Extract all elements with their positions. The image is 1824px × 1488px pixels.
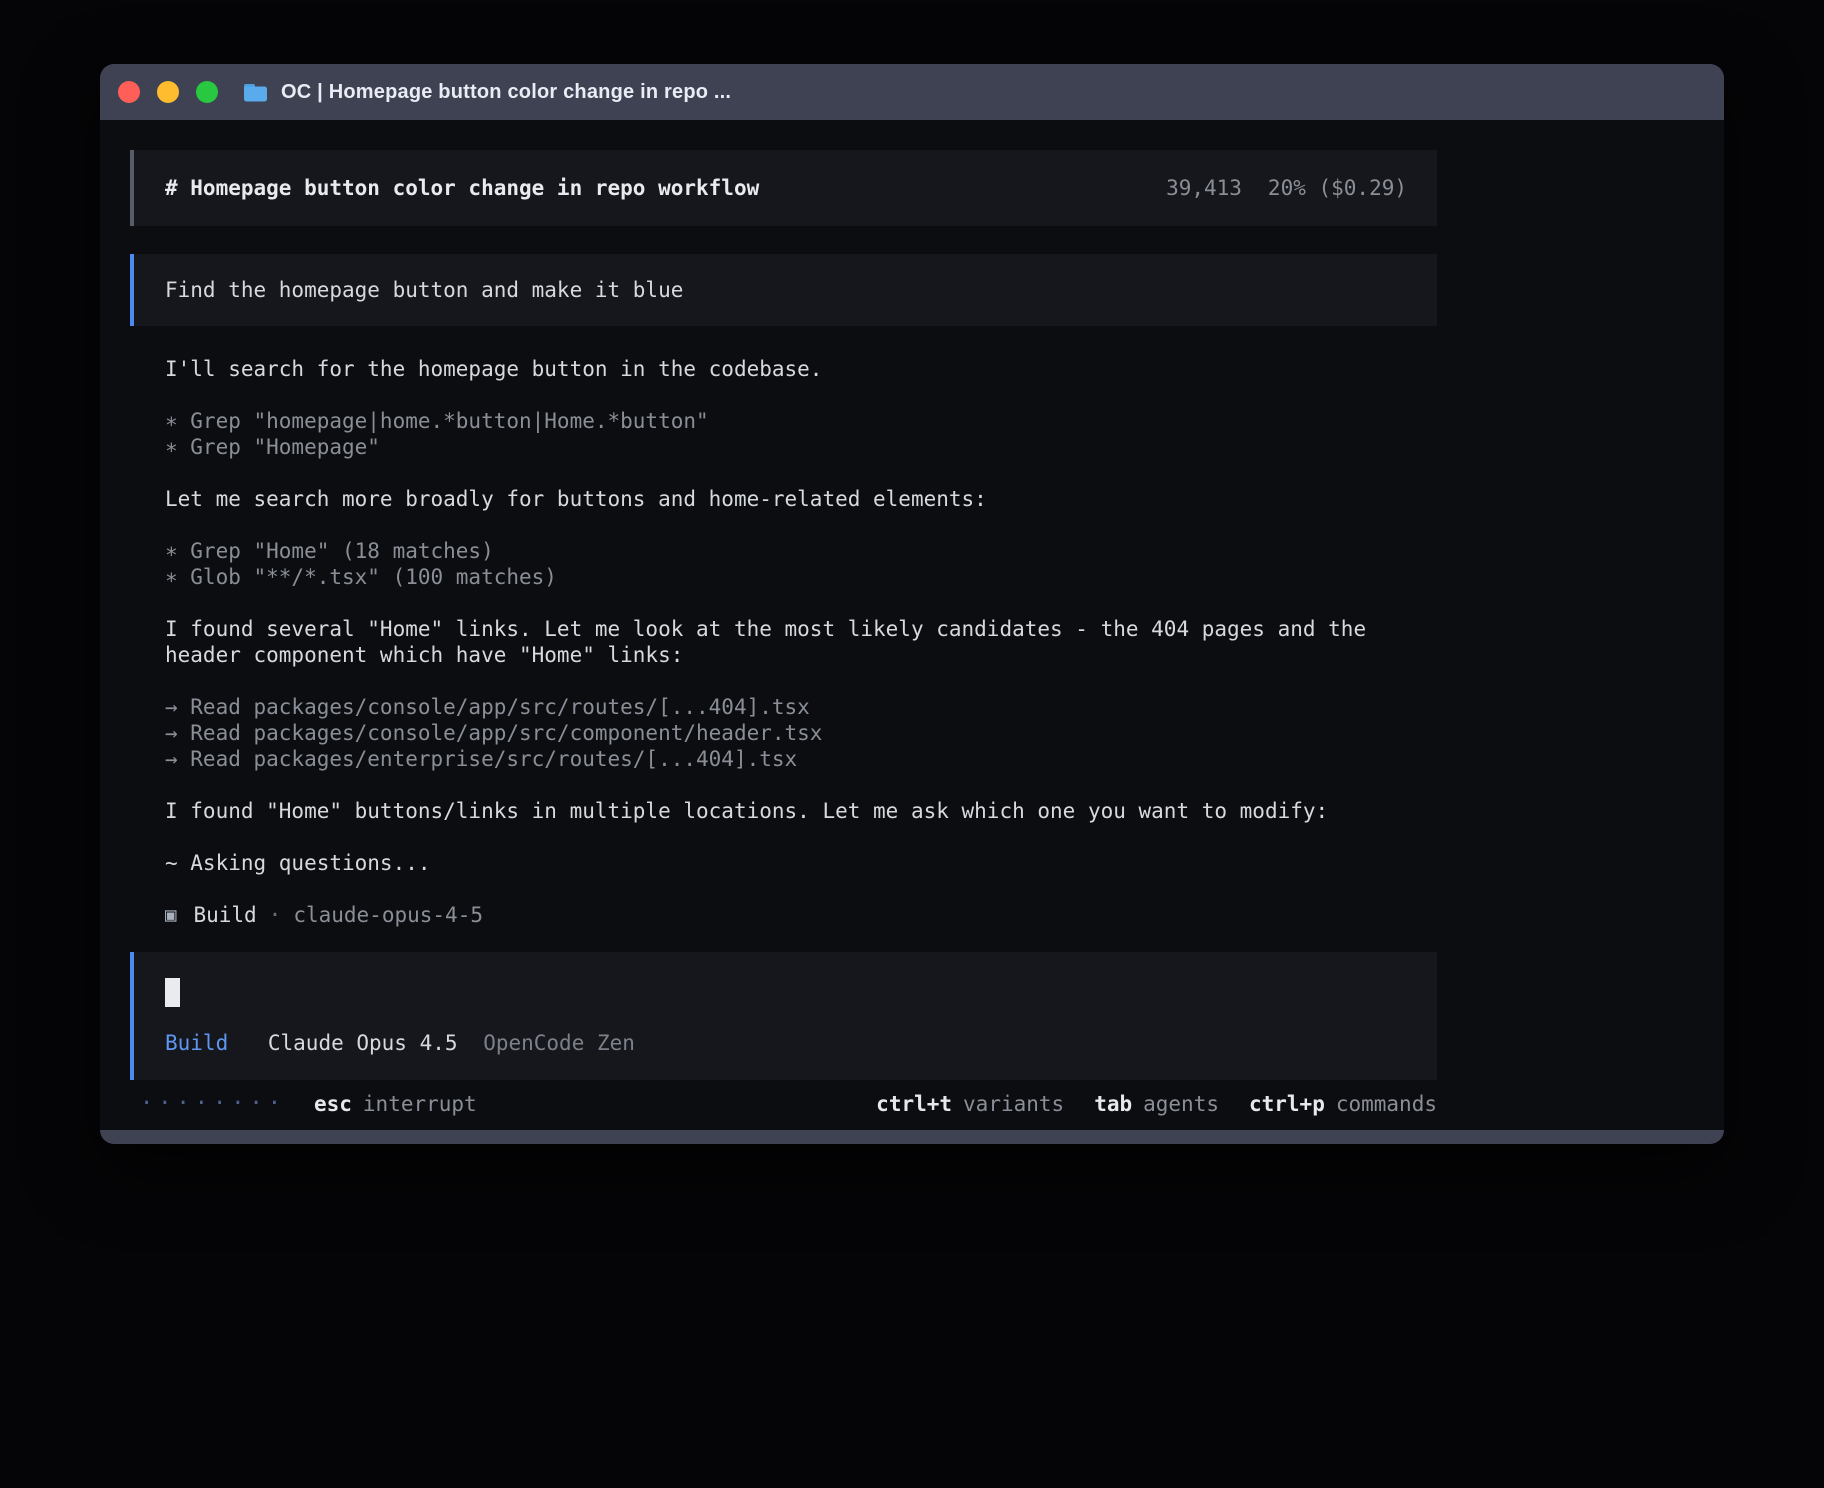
tool-call-grep: ∗ Grep "Homepage" bbox=[165, 434, 1437, 460]
input-status-line: Build Claude Opus 4.5 OpenCode Zen bbox=[165, 1030, 1406, 1056]
hint-agents-label: agents bbox=[1143, 1091, 1219, 1117]
status-bar-left: ········ esc interrupt bbox=[130, 1091, 477, 1117]
agent-status-line: ▣ Build · claude-opus-4-5 bbox=[165, 902, 1437, 928]
tool-call-grep: ∗ Grep "Home" (18 matches) bbox=[165, 538, 1437, 564]
spinner-dots: ········ bbox=[140, 1091, 286, 1117]
user-message-text: Find the homepage button and make it blu… bbox=[165, 278, 683, 302]
mode-badge: Build bbox=[165, 1031, 228, 1055]
window-title: OC | Homepage button color change in rep… bbox=[281, 81, 731, 104]
traffic-lights bbox=[118, 81, 218, 103]
session-stats: 39,413 20% ($0.29) bbox=[1166, 175, 1407, 201]
provider-name: OpenCode Zen bbox=[483, 1031, 635, 1055]
assistant-text: I found several "Home" links. Let me loo… bbox=[165, 616, 1437, 668]
assistant-transcript: I'll search for the homepage button in t… bbox=[130, 356, 1437, 928]
user-message: Find the homepage button and make it blu… bbox=[130, 254, 1437, 326]
terminal-content: # Homepage button color change in repo w… bbox=[100, 120, 1724, 1130]
window-titlebar: OC | Homepage button color change in rep… bbox=[100, 64, 1724, 120]
tool-call-group: ∗ Grep "Home" (18 matches) ∗ Glob "**/*.… bbox=[165, 538, 1437, 590]
tool-call-read: → Read packages/console/app/src/routes/[… bbox=[165, 694, 1437, 720]
hint-commands: ctrl+p commands bbox=[1249, 1091, 1437, 1117]
tool-call-group: → Read packages/console/app/src/routes/[… bbox=[165, 694, 1437, 772]
context-usage: 20% ($0.29) bbox=[1268, 175, 1407, 201]
input-line[interactable] bbox=[165, 978, 1406, 1007]
hint-interrupt-label: interrupt bbox=[363, 1091, 477, 1117]
key-ctrl-p: ctrl+p bbox=[1249, 1091, 1325, 1117]
tool-call-grep: ∗ Grep "homepage|home.*button|Home.*butt… bbox=[165, 408, 1437, 434]
assistant-text: I'll search for the homepage button in t… bbox=[165, 356, 1437, 382]
session-header: # Homepage button color change in repo w… bbox=[130, 150, 1437, 226]
tool-call-read: → Read packages/console/app/src/componen… bbox=[165, 720, 1437, 746]
separator-dot: · bbox=[269, 902, 282, 928]
status-bar-right: ctrl+t variants tab agents ctrl+p comman… bbox=[876, 1091, 1437, 1117]
agent-name: Build bbox=[193, 902, 256, 928]
hint-interrupt: esc interrupt bbox=[314, 1091, 477, 1117]
tool-call-glob: ∗ Glob "**/*.tsx" (100 matches) bbox=[165, 564, 1437, 590]
hint-variants: ctrl+t variants bbox=[876, 1091, 1064, 1117]
text-cursor bbox=[165, 978, 180, 1007]
agent-icon: ▣ bbox=[165, 902, 176, 928]
minimize-button[interactable] bbox=[157, 81, 179, 103]
hint-variants-label: variants bbox=[963, 1091, 1064, 1117]
tool-call-read: → Read packages/enterprise/src/routes/[.… bbox=[165, 746, 1437, 772]
agent-model: claude-opus-4-5 bbox=[293, 902, 483, 928]
assistant-text: Let me search more broadly for buttons a… bbox=[165, 486, 1437, 512]
session-title: # Homepage button color change in repo w… bbox=[165, 175, 759, 201]
status-text-asking: ~ Asking questions... bbox=[165, 850, 1437, 876]
model-name: Claude Opus 4.5 bbox=[268, 1031, 458, 1055]
key-ctrl-t: ctrl+t bbox=[876, 1091, 952, 1117]
zoom-button[interactable] bbox=[196, 81, 218, 103]
key-esc: esc bbox=[314, 1091, 352, 1117]
tool-call-group: ∗ Grep "homepage|home.*button|Home.*butt… bbox=[165, 408, 1437, 460]
key-tab: tab bbox=[1094, 1091, 1132, 1117]
close-button[interactable] bbox=[118, 81, 140, 103]
folder-icon bbox=[242, 81, 269, 104]
status-bar: ········ esc interrupt ctrl+t variants t… bbox=[130, 1091, 1437, 1117]
hint-commands-label: commands bbox=[1336, 1091, 1437, 1117]
assistant-text: I found "Home" buttons/links in multiple… bbox=[165, 798, 1437, 824]
token-count: 39,413 bbox=[1166, 175, 1242, 201]
prompt-input[interactable]: Build Claude Opus 4.5 OpenCode Zen bbox=[130, 952, 1437, 1080]
terminal-window: OC | Homepage button color change in rep… bbox=[100, 64, 1724, 1144]
hint-agents: tab agents bbox=[1094, 1091, 1219, 1117]
